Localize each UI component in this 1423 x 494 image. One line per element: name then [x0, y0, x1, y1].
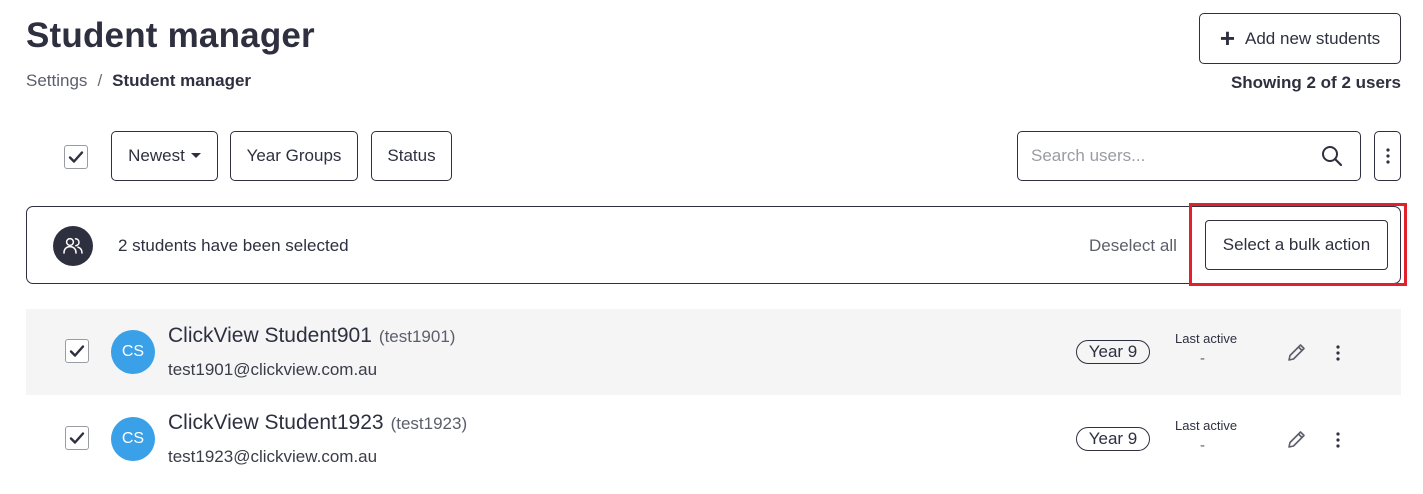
row-checkbox[interactable] — [65, 426, 89, 450]
selection-count-text: 2 students have been selected — [118, 236, 349, 255]
breadcrumb-settings-link[interactable]: Settings — [26, 71, 87, 91]
search-input[interactable] — [1018, 132, 1320, 180]
student-name[interactable]: ClickView Student901 — [168, 324, 372, 348]
last-active-value: - — [1200, 350, 1205, 367]
student-name[interactable]: ClickView Student1923 — [168, 411, 384, 435]
add-new-students-button[interactable]: + Add new students — [1199, 13, 1401, 64]
select-all-checkbox[interactable] — [64, 145, 88, 169]
avatar: CS — [111, 330, 155, 374]
pencil-icon[interactable] — [1285, 429, 1307, 451]
add-new-students-label: Add new students — [1245, 28, 1381, 48]
pencil-icon[interactable] — [1285, 342, 1307, 364]
showing-count: Showing 2 of 2 users — [1230, 73, 1401, 92]
status-label: Status — [387, 146, 436, 165]
users-group-icon — [53, 226, 93, 266]
student-username: (test1923) — [390, 414, 468, 433]
status-filter-button[interactable]: Status — [371, 131, 452, 181]
vertical-ellipsis-icon[interactable] — [1331, 429, 1345, 451]
student-username: (test1901) — [378, 327, 456, 346]
more-options-button[interactable] — [1374, 131, 1401, 181]
row-checkbox[interactable] — [65, 339, 89, 363]
vertical-ellipsis-icon[interactable] — [1331, 342, 1345, 364]
checkmark-icon — [68, 151, 84, 163]
sort-dropdown-button[interactable]: Newest — [111, 131, 218, 181]
avatar: CS — [111, 417, 155, 461]
last-active-label: Last active — [1175, 331, 1238, 346]
vertical-ellipsis-icon — [1385, 148, 1390, 164]
student-row[interactable]: CS ClickView Student901 (test1901) test1… — [26, 309, 1401, 395]
breadcrumb-current: Student manager — [112, 71, 252, 90]
year-badge: Year 9 — [1076, 340, 1150, 364]
caret-down-icon — [190, 152, 201, 158]
search-icon[interactable] — [1320, 144, 1344, 168]
breadcrumb-separator: / — [97, 71, 103, 90]
bulk-selection-bar: 2 students have been selected Deselect a… — [26, 206, 1401, 284]
plus-icon: + — [1219, 22, 1236, 53]
sort-label: Newest — [128, 146, 185, 165]
student-row[interactable]: CS ClickView Student1923 (test1923) test… — [26, 396, 1401, 482]
student-email: test1923@clickview.com.au — [168, 447, 378, 466]
checkmark-icon — [69, 432, 85, 444]
bulk-action-button[interactable]: Select a bulk action — [1205, 220, 1388, 270]
search-box — [1017, 131, 1361, 181]
page-title: Student manager — [26, 16, 315, 55]
last-active-value: - — [1200, 437, 1205, 454]
year-badge: Year 9 — [1076, 427, 1150, 451]
student-email: test1901@clickview.com.au — [168, 360, 378, 379]
breadcrumb: Settings / Student manager — [26, 71, 251, 91]
year-groups-label: Year Groups — [246, 146, 342, 165]
checkmark-icon — [69, 345, 85, 357]
year-groups-filter-button[interactable]: Year Groups — [230, 131, 358, 181]
deselect-all-link[interactable]: Deselect all — [1089, 236, 1177, 256]
last-active-label: Last active — [1175, 418, 1238, 433]
